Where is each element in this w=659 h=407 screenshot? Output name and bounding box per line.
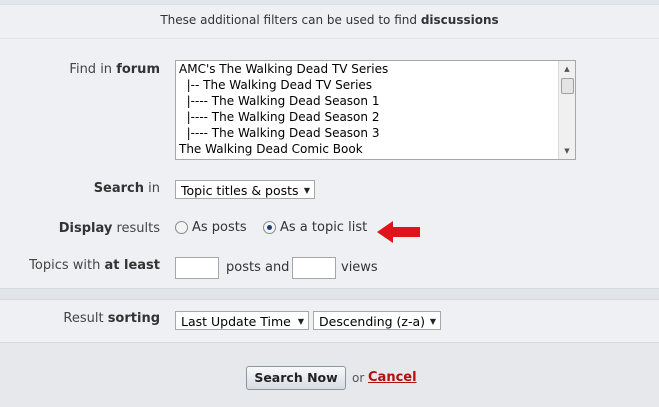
label-prefix: Topics with (29, 258, 105, 273)
label-bold: Display (58, 221, 113, 236)
label-bold: sorting (107, 311, 160, 326)
posts-and-label: posts and (226, 260, 290, 275)
sort-order-select[interactable]: Descending (z-a) ▼ (313, 311, 441, 330)
top-strip (0, 0, 659, 5)
forum-listbox[interactable]: AMC's The Walking Dead TV Series |-- The… (175, 60, 576, 160)
radio-as-topic-list-label[interactable]: As a topic list (280, 220, 367, 235)
chevron-down-icon: ▼ (303, 186, 310, 195)
radio-as-posts-label[interactable]: As posts (192, 220, 247, 235)
or-text: or (352, 371, 365, 385)
label-suffix: results (112, 221, 160, 236)
forum-option[interactable]: |---- The Walking Dead Season 2 (176, 109, 575, 125)
forum-option[interactable]: |-- The Walking Dead TV Series (176, 77, 575, 93)
sort-by-select[interactable]: Last Update Time ▼ (175, 311, 309, 330)
forum-option[interactable]: |---- The Walking Dead Season 3 (176, 125, 575, 141)
chevron-down-icon: ▼ (429, 317, 436, 326)
search-in-label: Search in (0, 181, 160, 196)
red-arrow-annotation-icon (377, 221, 420, 243)
intro-bold: discussions (420, 13, 499, 27)
search-in-value: Topic titles & posts (181, 183, 299, 198)
label-bold: forum (116, 62, 160, 77)
search-in-select[interactable]: Topic titles & posts ▼ (175, 180, 315, 199)
min-posts-input[interactable] (175, 257, 219, 279)
radio-as-posts[interactable] (175, 221, 188, 234)
result-sorting-label: Result sorting (0, 311, 160, 326)
cancel-link[interactable]: Cancel (368, 370, 417, 385)
scroll-down-icon[interactable]: ▼ (559, 143, 575, 159)
chevron-down-icon: ▼ (297, 317, 304, 326)
display-results-label: Display results (0, 221, 160, 236)
forum-option[interactable]: |---- The Walking Dead Season 1 (176, 93, 575, 109)
intro-text: These additional filters can be used to … (160, 13, 421, 27)
label-prefix: Result (63, 311, 108, 326)
sort-by-value: Last Update Time (181, 314, 291, 329)
forum-option[interactable]: The Walking Dead Comic Book (176, 141, 575, 157)
label-bold: Search (93, 181, 145, 196)
find-in-forum-label: Find in forum (0, 62, 160, 77)
filters-intro: These additional filters can be used to … (0, 13, 659, 27)
label-bold: at least (104, 258, 160, 273)
forum-option[interactable]: AMC's The Walking Dead TV Series (176, 61, 575, 77)
scroll-thumb[interactable] (561, 78, 574, 94)
section-divider (0, 288, 659, 300)
label-prefix: Find in (69, 62, 117, 77)
label-suffix: in (144, 181, 160, 196)
topics-with-label: Topics with at least (0, 258, 160, 273)
radio-as-topic-list[interactable] (263, 221, 276, 234)
scroll-up-icon[interactable]: ▲ (559, 61, 575, 77)
listbox-scrollbar[interactable]: ▲ ▼ (558, 61, 575, 159)
views-label: views (341, 260, 378, 275)
search-now-button[interactable]: Search Now (246, 366, 346, 390)
sort-order-value: Descending (z-a) (319, 314, 426, 329)
min-views-input[interactable] (292, 257, 336, 279)
